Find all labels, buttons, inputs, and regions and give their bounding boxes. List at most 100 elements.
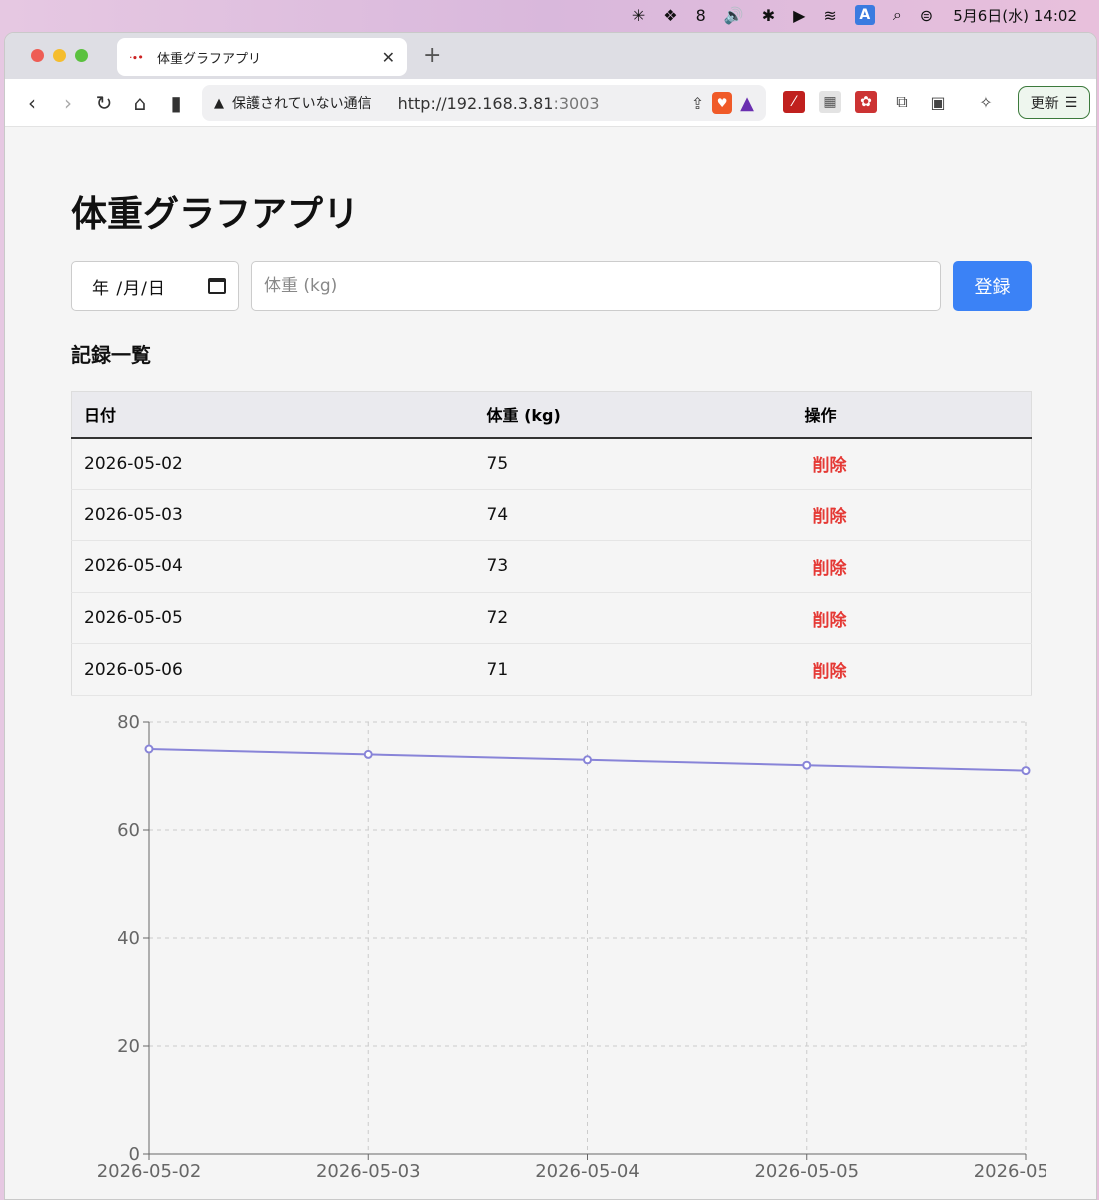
delete-button[interactable]: 削除 (805, 554, 847, 579)
zoom-window-button[interactable] (75, 49, 88, 62)
data-point (144, 744, 154, 754)
tab-title: 体重グラフアプリ (157, 51, 262, 67)
perplexity-icon[interactable]: ✳ (632, 0, 645, 30)
window-controls (31, 49, 88, 62)
cell-actions: 削除 (792, 437, 1032, 490)
x-tick-label: 2026-05-04 (535, 1161, 640, 1182)
column-header-weight: 体重 (kg) (474, 391, 793, 439)
address-bar[interactable]: ▲ 保護されていない通信 http://192.168.3.81:3003 ⇪ … (202, 85, 766, 121)
hamburger-menu-icon: ☰ (1064, 94, 1078, 111)
cell-weight: 72 (474, 592, 793, 645)
forward-icon[interactable]: › (57, 91, 79, 115)
update-menu-button[interactable]: 更新 ☰ (1018, 86, 1090, 119)
column-header-date: 日付 (71, 391, 475, 439)
delete-button[interactable]: 削除 (805, 451, 847, 476)
y-tick-label: 40 (117, 928, 140, 949)
tab-active[interactable]: ·∙• 体重グラフアプリ ✕ (117, 38, 407, 76)
cell-actions: 削除 (792, 489, 1032, 542)
delete-button[interactable]: 削除 (805, 606, 847, 631)
x-tick-label: 2026-05-06 (974, 1161, 1046, 1182)
close-window-button[interactable] (31, 49, 44, 62)
table-row: 2026-05-06 71 削除 (71, 643, 1032, 696)
security-status: 保護されていない通信 (232, 96, 372, 112)
column-header-actions: 操作 (792, 391, 1032, 439)
x-tick-label: 2026-05-05 (754, 1161, 859, 1182)
extension-image-icon[interactable]: ▦ (819, 91, 841, 113)
delete-button[interactable]: 削除 (805, 657, 847, 682)
volume-icon[interactable]: 🔊 (724, 0, 744, 30)
url-text[interactable]: http://192.168.3.81:3003 (398, 94, 683, 113)
weight-chart: 0 20 40 60 80 2026-05-02 2026-05-03 2026-05-04 2… (71, 707, 1079, 1199)
browser-window: ·∙• 体重グラフアプリ ✕ + ‹ › ↻ ⌂ ▮ ▲ 保護されていない通信 … (4, 32, 1097, 1200)
reload-icon[interactable]: ↻ (93, 91, 115, 115)
app-icon[interactable]: 8 (696, 0, 706, 30)
minimize-window-button[interactable] (53, 49, 66, 62)
extension-wand-icon[interactable]: ⁄ (783, 91, 805, 113)
cell-date: 2026-05-02 (71, 437, 475, 490)
home-icon[interactable]: ⌂ (129, 91, 151, 115)
warning-icon: ▲ (214, 95, 224, 111)
weight-input[interactable] (251, 261, 941, 311)
input-source-icon[interactable]: A (854, 5, 875, 25)
cell-actions: 削除 (792, 540, 1032, 593)
browser-toolbar: ‹ › ↻ ⌂ ▮ ▲ 保護されていない通信 http://192.168.3.… (5, 79, 1096, 127)
cell-weight: 73 (474, 540, 793, 593)
table-row: 2026-05-03 74 削除 (71, 489, 1032, 542)
cell-date: 2026-05-04 (71, 540, 475, 593)
media-play-icon[interactable]: ▶ (793, 0, 805, 30)
control-center-icon[interactable]: ⊜ (920, 0, 933, 30)
date-placeholder: 年 /月/日 (92, 278, 166, 299)
cell-date: 2026-05-06 (71, 643, 475, 696)
dropbox-icon[interactable]: ❖ (663, 0, 677, 30)
table-row: 2026-05-04 73 削除 (71, 540, 1032, 593)
spotlight-search-icon[interactable]: ⌕ (893, 0, 902, 30)
cell-actions: 削除 (792, 643, 1032, 696)
x-tick-label: 2026-05-02 (97, 1161, 202, 1182)
table-row: 2026-05-02 75 削除 (71, 437, 1032, 490)
y-tick-label: 60 (117, 820, 140, 841)
macos-menubar: ✳ ❖ 8 🔊 ✱ ▶ ≋ A ⌕ ⊜ 5月6日(水) 14:02 (0, 0, 1099, 30)
date-input[interactable]: 年 /月/日 (71, 261, 239, 311)
reader-mode-icon[interactable]: ▣ (927, 91, 949, 113)
y-tick-label: 80 (117, 712, 140, 733)
extensions-puzzle-icon[interactable]: ⧉ (891, 91, 913, 113)
brave-shields-icon[interactable]: ♥ (712, 92, 733, 114)
extensions-bar: ⁄ ▦ ✿ ⧉ ▣ ✧ (783, 91, 997, 113)
register-button[interactable]: 登録 (953, 261, 1032, 311)
leo-ai-icon[interactable]: ✧ (975, 91, 997, 113)
data-point (583, 755, 592, 765)
update-label: 更新 (1030, 95, 1059, 112)
x-tick-label: 2026-05-03 (316, 1161, 421, 1182)
records-table: 日付 体重 (kg) 操作 2026-05-02 75 削除 2026-05-03 74… (71, 391, 1032, 696)
extension-paw-icon[interactable]: ✿ (855, 91, 877, 113)
cell-actions: 削除 (792, 592, 1032, 645)
nav-buttons: ‹ › ↻ ⌂ ▮ (15, 91, 187, 115)
brave-rewards-icon[interactable]: ▲ (740, 93, 754, 114)
page-title: 体重グラフアプリ (71, 194, 360, 235)
share-icon[interactable]: ⇪ (691, 94, 704, 113)
tab-close-icon[interactable]: ✕ (382, 48, 395, 67)
tab-strip: ·∙• 体重グラフアプリ ✕ + (5, 33, 1096, 79)
data-point (1021, 766, 1031, 776)
tab-favicon-icon: ·∙• (129, 50, 144, 64)
table-row: 2026-05-05 72 削除 (71, 592, 1032, 645)
data-point (363, 749, 373, 759)
cell-weight: 75 (474, 437, 793, 490)
records-heading: 記録一覧 (71, 343, 151, 367)
delete-button[interactable]: 削除 (805, 502, 847, 527)
cell-weight: 71 (474, 643, 793, 696)
data-point (802, 760, 812, 770)
menubar-clock[interactable]: 5月6日(水) 14:02 (953, 0, 1077, 30)
bookmark-icon[interactable]: ▮ (165, 91, 187, 115)
new-tab-icon[interactable]: + (423, 43, 441, 68)
cell-date: 2026-05-03 (71, 489, 475, 542)
cell-date: 2026-05-05 (71, 592, 475, 645)
cell-weight: 74 (474, 489, 793, 542)
bluetooth-icon[interactable]: ✱ (762, 0, 775, 30)
weight-line-chart: 0204060802026-05-02 2026-05-03 2026-05-04 2… (97, 712, 1079, 1182)
wifi-icon[interactable]: ≋ (823, 0, 836, 30)
back-icon[interactable]: ‹ (21, 91, 43, 115)
calendar-icon[interactable] (208, 278, 226, 294)
y-tick-label: 20 (117, 1036, 140, 1057)
table-header-row: 日付 体重 (kg) 操作 (71, 391, 1032, 439)
